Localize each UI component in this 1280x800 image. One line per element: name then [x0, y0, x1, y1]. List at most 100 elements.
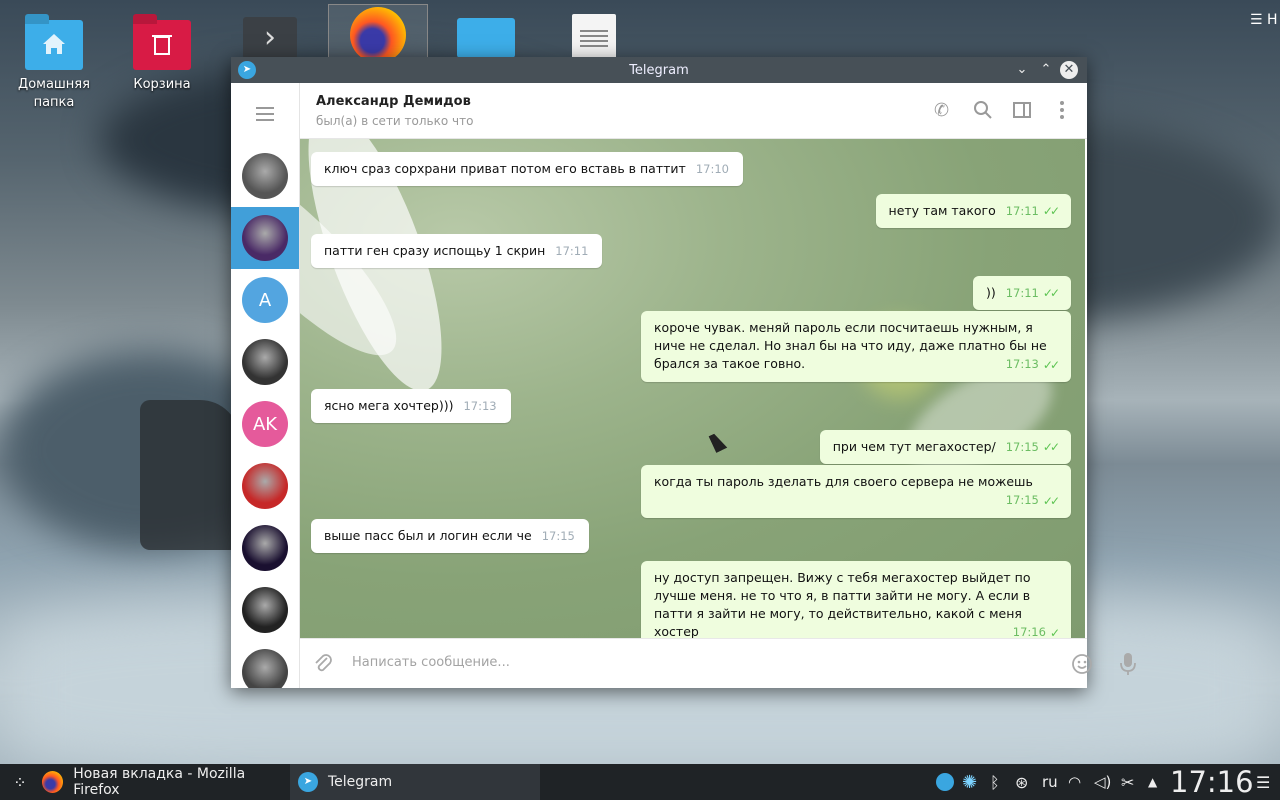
wifi-icon[interactable]: ◠ — [1068, 764, 1081, 800]
message-text: патти ген сразу испощьу 1 скрин — [324, 243, 546, 258]
message-text: выше пасс был и логин если че — [324, 528, 532, 543]
chat-list-item[interactable]: AK — [231, 393, 299, 455]
message-time: 17:11 — [1005, 286, 1039, 300]
firefox-icon[interactable] — [328, 4, 428, 63]
message-time: 17:11 — [1005, 204, 1039, 218]
message-text: нету там такого — [888, 203, 996, 218]
search-icon[interactable] — [973, 100, 995, 122]
message-time: 17:16 — [1012, 625, 1046, 638]
message-text: когда ты пароль зделать для своего серве… — [654, 474, 1033, 489]
phone-icon[interactable]: ✆ — [934, 100, 956, 122]
chat-list-item[interactable] — [231, 517, 299, 579]
message-text: ну доступ запрещен. Вижу с тебя мегахост… — [654, 570, 1031, 638]
double-check-icon: ✓✓ — [1042, 358, 1060, 372]
clock[interactable]: 17:16 — [1170, 764, 1254, 800]
tray-expand-icon[interactable]: ▲ — [1148, 764, 1157, 800]
hamburger-icon — [256, 113, 274, 115]
check-icon: ✓ — [1049, 626, 1060, 638]
message-text: короче чувак. меняй пароль если посчитае… — [654, 320, 1047, 371]
message-text: при чем тут мегахостер/ — [832, 439, 996, 454]
sidebar-toggle-icon[interactable] — [1012, 100, 1034, 122]
taskbar-item-firefox[interactable]: Новая вкладка - Mozilla Firefox — [38, 764, 288, 800]
desktop-menu-icon[interactable]: ☰ Н — [1250, 12, 1278, 28]
compose-bar: Написать сообщение... — [300, 638, 1136, 688]
chat-list-item[interactable] — [231, 641, 299, 688]
desktop-corner-label: Н — [1267, 12, 1278, 28]
outgoing-message[interactable]: )) 17:11 ✓✓ — [972, 276, 1071, 310]
message-area[interactable]: ключ сраз сорхрани приват потом его вста… — [300, 139, 1085, 638]
app-launcher-icon[interactable]: ⁘ — [8, 764, 32, 800]
desktop-icon-label: Корзина — [133, 77, 191, 92]
scissors-icon[interactable]: ✂ — [1121, 764, 1134, 800]
chat-list-item[interactable] — [231, 331, 299, 393]
contact-status: был(а) в сети только что — [316, 114, 474, 128]
terminal-icon[interactable]: › — [243, 17, 297, 59]
keyboard-layout[interactable]: ru — [1042, 764, 1058, 800]
maximize-button[interactable]: ⌃ — [1037, 61, 1055, 79]
chat-list-item[interactable] — [231, 579, 299, 641]
tray-weather-icon[interactable]: ✺ — [962, 764, 977, 800]
double-check-icon: ✓✓ — [1042, 286, 1060, 300]
chat-list-item[interactable] — [231, 207, 299, 269]
double-check-icon: ✓✓ — [1042, 204, 1060, 218]
message-time: 17:11 — [555, 244, 589, 258]
chat-list-item[interactable] — [231, 455, 299, 517]
minimize-button[interactable]: ⌄ — [1013, 61, 1031, 79]
incoming-message[interactable]: выше пасс был и логин если че 17:15 — [311, 519, 589, 553]
document-icon[interactable] — [572, 14, 616, 60]
taskbar-item-label: Новая вкладка - Mozilla Firefox — [73, 766, 246, 798]
message-time: 17:13 — [1005, 357, 1039, 371]
updates-icon[interactable]: ⊛ — [1015, 764, 1028, 800]
avatar — [242, 649, 288, 688]
message-text: ясно мега хочтер))) — [324, 398, 454, 413]
incoming-message[interactable]: патти ген сразу испощьу 1 скрин 17:11 — [311, 234, 603, 268]
avatar: A — [242, 277, 288, 323]
telegram-window: ➤ Telegram ⌄ ⌃ ✕ A AK Александр Демидов б… — [231, 57, 1136, 688]
taskbar-item-telegram[interactable]: ➤ Telegram — [290, 764, 540, 800]
emoji-icon[interactable] — [1071, 653, 1093, 675]
firefox-icon — [42, 771, 64, 793]
microphone-icon[interactable] — [1118, 652, 1138, 676]
chat-list-item[interactable] — [231, 145, 299, 207]
avatar — [242, 215, 288, 261]
window-titlebar[interactable]: ➤ Telegram ⌄ ⌃ ✕ — [231, 57, 1087, 83]
outgoing-message[interactable]: при чем тут мегахостер/17:15 ✓✓ — [819, 430, 1071, 464]
chat-list-item[interactable]: A — [231, 269, 299, 331]
chat-header: Александр Демидов был(а) в сети только ч… — [300, 83, 1087, 139]
avatar — [242, 587, 288, 633]
taskbar: ⁘ Новая вкладка - Mozilla Firefox ➤ Tele… — [0, 764, 1280, 800]
telegram-icon: ➤ — [298, 772, 318, 792]
trash-folder-icon — [133, 20, 191, 70]
desktop-icon-trash[interactable]: Корзина — [117, 20, 207, 94]
desktop-icon-home[interactable]: Домашняя папка — [9, 20, 99, 112]
incoming-message[interactable]: ясно мега хочтер))) 17:13 — [311, 389, 511, 423]
taskbar-item-label: Telegram — [328, 774, 393, 790]
message-time: 17:13 — [463, 399, 497, 413]
message-text: )) — [985, 285, 996, 300]
avatar — [242, 463, 288, 509]
plane-wreck — [140, 400, 240, 550]
chat-list-sidebar: A AK — [231, 83, 300, 688]
message-time: 17:15 — [1005, 440, 1039, 454]
panel-menu-icon[interactable]: ☰ — [1256, 764, 1270, 800]
outgoing-message[interactable]: когда ты пароль зделать для своего серве… — [641, 465, 1071, 518]
menu-button[interactable] — [231, 83, 299, 145]
incoming-message[interactable]: ключ сраз сорхрани приват потом его вста… — [311, 152, 743, 186]
message-time: 17:10 — [695, 162, 729, 176]
message-text: ключ сраз сорхрани приват потом его вста… — [324, 161, 686, 176]
outgoing-message[interactable]: короче чувак. меняй пароль если посчитае… — [641, 311, 1071, 382]
folder-icon[interactable] — [457, 18, 515, 58]
attach-icon[interactable] — [312, 652, 334, 674]
bluetooth-icon[interactable]: ᛒ — [990, 764, 1000, 800]
tray-telegram-icon[interactable] — [936, 764, 956, 800]
message-time: 17:15 — [541, 529, 575, 543]
volume-icon[interactable]: ◁) — [1094, 764, 1111, 800]
outgoing-message[interactable]: нету там такого 17:11 ✓✓ — [875, 194, 1071, 228]
window-title: Telegram — [629, 62, 689, 78]
message-time: 17:15 — [1005, 493, 1039, 507]
message-input[interactable]: Написать сообщение... — [352, 655, 510, 670]
contact-name[interactable]: Александр Демидов — [316, 94, 471, 109]
outgoing-message[interactable]: ну доступ запрещен. Вижу с тебя мегахост… — [641, 561, 1071, 638]
more-options-icon[interactable] — [1052, 100, 1074, 122]
close-button[interactable]: ✕ — [1060, 61, 1078, 79]
